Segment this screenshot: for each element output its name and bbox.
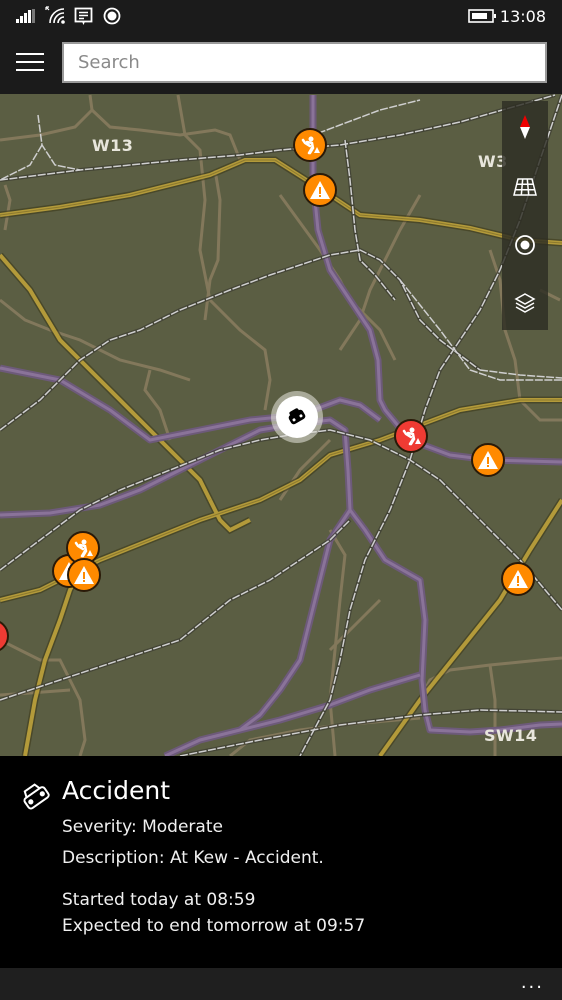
incident-severity: Severity: Moderate	[62, 817, 223, 837]
roadworks-icon	[402, 427, 421, 446]
warning-icon	[508, 570, 528, 588]
warning-icon	[478, 451, 498, 469]
clock: 13:08	[499, 7, 546, 26]
3d-view-button[interactable]	[502, 164, 548, 210]
warning-icon	[74, 566, 94, 584]
my-location-button[interactable]	[502, 222, 548, 268]
compass-button[interactable]	[502, 104, 548, 150]
incident-details-panel: Accident Severity: Moderate Description:…	[0, 756, 562, 968]
map-view[interactable]: W13 W3 SW14	[0, 94, 562, 756]
accident-icon	[23, 783, 50, 810]
map-controls	[502, 101, 548, 330]
warning-icon	[310, 181, 330, 199]
selected-accident-marker[interactable]	[276, 396, 318, 438]
accident-icon	[288, 408, 306, 425]
warning-marker[interactable]	[501, 562, 535, 596]
app-bar: ...	[0, 968, 562, 1000]
warning-marker[interactable]	[471, 443, 505, 477]
wifi-icon	[45, 6, 65, 24]
area-label-w13: W13	[92, 136, 134, 155]
grid-icon	[513, 178, 537, 196]
more-options-button[interactable]: ...	[521, 972, 544, 993]
search-input[interactable]	[62, 42, 547, 83]
warning-marker[interactable]	[303, 173, 337, 207]
incident-expected-end: Expected to end tomorrow at 09:57	[62, 916, 366, 936]
incident-title: Accident	[62, 776, 170, 805]
location-icon	[103, 7, 121, 25]
roadworks-icon	[301, 136, 320, 155]
warning-marker[interactable]	[67, 558, 101, 592]
message-icon	[74, 7, 93, 25]
incident-description: Description: At Kew - Accident.	[62, 848, 324, 868]
roadworks-icon	[74, 539, 93, 558]
roadworks-marker-severe[interactable]	[394, 419, 428, 453]
layers-icon	[514, 293, 536, 313]
battery-icon	[468, 9, 496, 23]
roadworks-marker[interactable]	[293, 128, 327, 162]
area-label-sw14: SW14	[484, 726, 538, 745]
status-bar: 13:08	[0, 0, 562, 33]
hamburger-icon[interactable]	[16, 53, 46, 75]
incident-start-time: Started today at 08:59	[62, 890, 256, 910]
map-layers-button[interactable]	[502, 280, 548, 326]
compass-icon	[520, 115, 530, 139]
header-bar	[0, 33, 562, 94]
signal-icon	[16, 9, 35, 23]
target-icon	[515, 235, 535, 255]
